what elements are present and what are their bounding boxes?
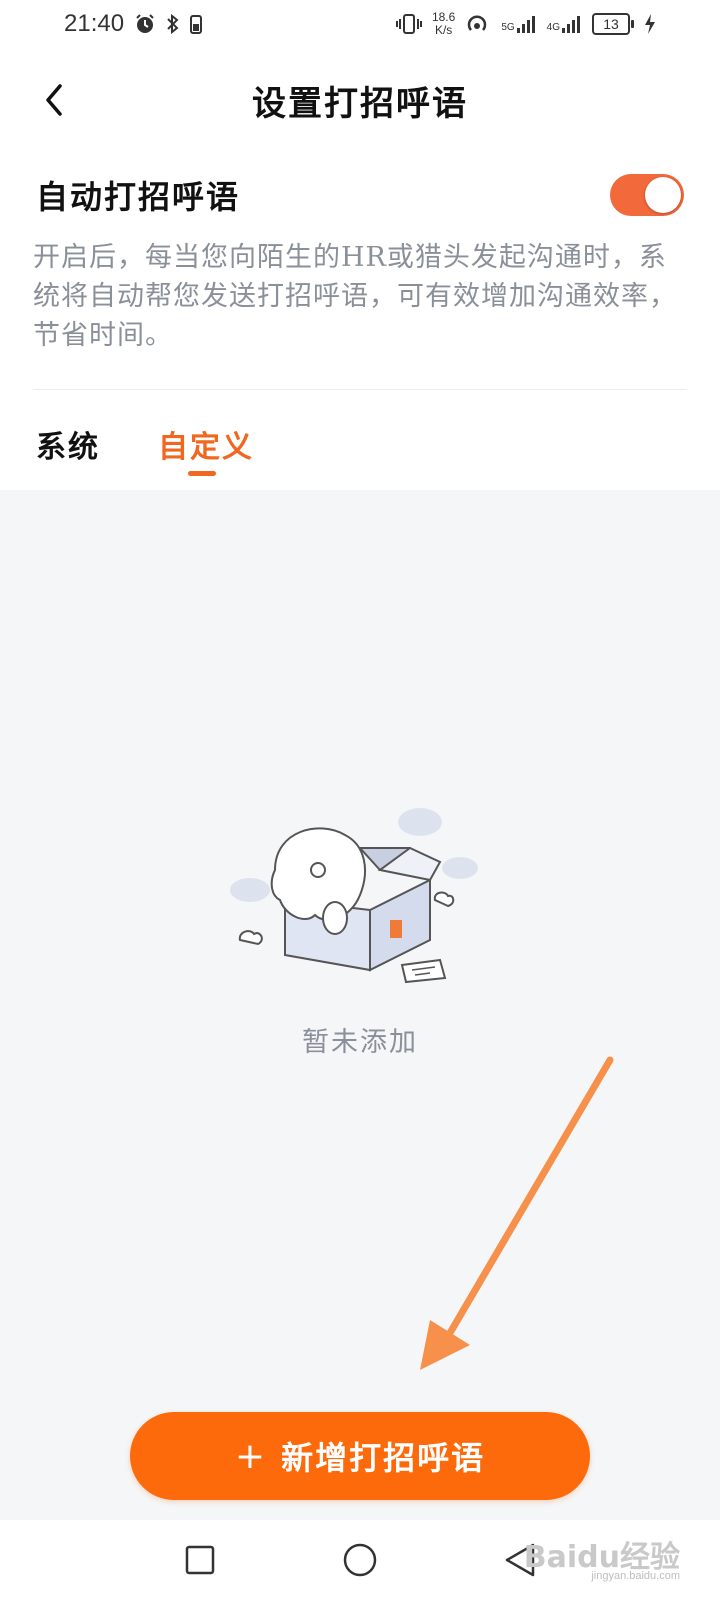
add-greeting-button[interactable]: + 新增打招呼语	[130, 1412, 590, 1500]
auto-greeting-row: 自动打招呼语	[36, 160, 684, 230]
vibrate-icon	[395, 13, 422, 35]
charging-icon	[644, 13, 656, 35]
signal-icon	[516, 16, 535, 33]
chevron-left-icon	[46, 84, 62, 116]
tab-custom-label: 自定义	[158, 430, 254, 465]
square-icon	[185, 1545, 215, 1575]
bluetooth-icon	[166, 13, 180, 35]
status-bar: 21:40 18.6 K/s 5G 4G 13	[0, 0, 720, 48]
battery-indicator: 13	[592, 13, 634, 35]
speed-unit: K/s	[434, 23, 453, 37]
auto-greeting-description: 开启后，每当您向陌生的HR或猎头发起沟通时，系统将自动帮您发送打招呼语，可有效增…	[33, 242, 677, 351]
tab-custom[interactable]: 自定义	[158, 410, 254, 480]
back-button[interactable]	[30, 76, 78, 124]
auto-greeting-toggle[interactable]	[610, 174, 684, 216]
circle-icon	[343, 1543, 377, 1577]
tab-active-indicator	[188, 471, 216, 476]
annotation-arrow-icon	[420, 1056, 614, 1370]
signal-icon-2	[562, 16, 580, 33]
empty-box-illustration	[230, 808, 478, 984]
recents-button[interactable]	[180, 1540, 220, 1580]
net2-label: 4G	[546, 22, 560, 33]
tab-system[interactable]: 系统	[36, 410, 100, 480]
signal-5g: 5G	[501, 15, 536, 33]
baidu-watermark-url: jingyan.baidu.com	[591, 1570, 680, 1582]
divider	[33, 389, 687, 390]
alarm-icon	[134, 13, 156, 35]
status-right: 18.6 K/s 5G 4G 13	[395, 11, 656, 37]
plus-icon: +	[234, 1435, 268, 1477]
add-greeting-label: 新增打招呼语	[281, 1439, 486, 1477]
hotspot-icon	[465, 13, 491, 35]
content-area: 暂未添加	[0, 490, 720, 1520]
network-speed: 18.6 K/s	[432, 11, 455, 37]
home-button[interactable]	[340, 1540, 380, 1580]
net1-label: 5G	[501, 22, 515, 33]
tabs: 系统 自定义	[36, 410, 254, 480]
page-title: 设置打招呼语	[252, 83, 468, 124]
status-left: 21:40	[64, 10, 203, 38]
auto-greeting-label: 自动打招呼语	[36, 178, 241, 216]
signal-4g: 4G	[547, 15, 582, 33]
status-time: 21:40	[64, 10, 125, 37]
header: 设置打招呼语	[0, 56, 720, 144]
battery-small-icon	[190, 13, 203, 35]
toggle-knob	[645, 177, 681, 213]
